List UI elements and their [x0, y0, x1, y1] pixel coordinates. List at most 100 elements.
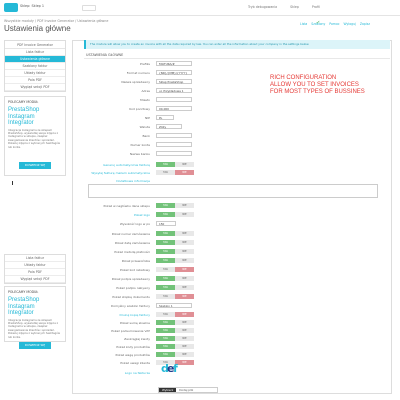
switch-no[interactable]: NIE — [175, 162, 194, 167]
switch-yes[interactable]: TAK — [156, 240, 175, 245]
switch-yes[interactable]: TAK — [156, 258, 175, 263]
switch-yes[interactable]: TAK — [156, 352, 175, 357]
yes-no-switch[interactable]: TAK NIE — [156, 231, 194, 236]
toolbar-action[interactable]: Wyloguj — [344, 22, 356, 26]
toolbar-action[interactable]: Szablony — [311, 22, 325, 26]
promo-button[interactable]: DOWIEDZ SIĘ — [19, 341, 51, 349]
field-label[interactable]: Pokaż logo — [50, 213, 150, 217]
switch-no[interactable]: NIE — [175, 294, 194, 299]
yes-no-switch[interactable]: TAK NIE — [156, 267, 194, 272]
switch-no[interactable]: NIE — [175, 328, 194, 333]
yes-no-switch[interactable]: TAK NIE — [156, 285, 194, 290]
search-input[interactable] — [82, 5, 96, 11]
yes-no-switch[interactable]: TAK NIE — [156, 240, 194, 245]
text-input[interactable]: Złoty — [156, 124, 182, 129]
switch-yes[interactable]: TAK — [156, 328, 175, 333]
switch-yes[interactable]: TAK — [156, 336, 175, 341]
switch-no[interactable]: NIE — [175, 203, 194, 208]
shop-logo-icon[interactable] — [4, 3, 18, 12]
file-choose-button[interactable]: Wybierz — [159, 388, 177, 392]
promo-button[interactable]: DOWIEDZ SIĘ — [19, 161, 51, 169]
switch-no[interactable]: NIE — [175, 212, 194, 217]
yes-no-switch[interactable]: TAK NIE — [156, 162, 194, 167]
switch-no[interactable]: NIE — [175, 344, 194, 349]
switch-yes[interactable]: TAK — [156, 203, 175, 208]
text-input[interactable]: FAKTURA/# — [156, 61, 192, 66]
field-label: Wysokość logo w px — [119, 222, 150, 226]
switch-yes[interactable]: TAK — [156, 170, 175, 175]
toolbar-action[interactable]: Lista — [300, 22, 307, 26]
text-input[interactable] — [156, 97, 192, 102]
template-select[interactable]: Szablon 1 — [156, 303, 192, 308]
switch-yes[interactable]: TAK — [156, 294, 175, 299]
toolbar-action[interactable]: Pomoc — [329, 22, 339, 26]
switch-yes[interactable]: TAK — [156, 212, 175, 217]
field-label: Waluta — [139, 125, 150, 129]
yes-no-switch[interactable]: TAK NIE — [156, 352, 194, 357]
field-label[interactable]: Drukuj kopię faktury — [50, 313, 151, 317]
yes-no-switch[interactable]: TAK NIE — [156, 328, 194, 333]
yes-no-switch[interactable]: TAK NIE — [156, 249, 194, 254]
toolbar-action[interactable]: Zapisz — [360, 22, 370, 26]
text-input[interactable]: 150 — [156, 221, 176, 226]
switch-no[interactable]: NIE — [175, 249, 194, 254]
field-label: Miasto — [140, 98, 150, 102]
switch-no[interactable]: NIE — [175, 267, 194, 272]
yes-no-switch[interactable]: TAK NIE — [156, 294, 194, 299]
yes-no-switch[interactable]: TAK NIE — [156, 276, 194, 281]
switch-no[interactable]: NIE — [175, 336, 194, 341]
text-input[interactable]: Sklep PrestaShop — [156, 79, 192, 84]
switch-yes[interactable]: TAK — [156, 312, 175, 317]
user-menu-item[interactable]: Profil — [312, 5, 320, 9]
field-label[interactable]: Wysyłaj fakturę mailem automatycznie — [50, 171, 150, 175]
section-divider — [84, 58, 390, 59]
text-input[interactable] — [156, 142, 192, 147]
switch-yes[interactable]: TAK — [156, 249, 175, 254]
switch-yes[interactable]: TAK — [156, 320, 175, 325]
text-input[interactable]: 00-000 — [156, 106, 192, 111]
switch-no[interactable]: NIE — [175, 231, 194, 236]
yes-no-switch[interactable]: TAK NIE — [156, 320, 194, 325]
yes-no-switch[interactable]: TAK NIE — [156, 344, 194, 349]
yes-no-switch[interactable]: TAK NIE — [156, 212, 194, 217]
text-input[interactable]: PL — [156, 115, 174, 120]
toolbar-actions: Lista Szablony Pomoc Wyloguj Zapisz — [300, 22, 373, 26]
text-input[interactable] — [156, 151, 192, 156]
yes-no-switch[interactable]: TAK NIE — [156, 203, 194, 208]
field-label[interactable]: Logo na fakturze — [50, 371, 150, 375]
text-input[interactable]: ul. Przykładowa 1 — [156, 88, 192, 93]
field-label: Pokaż datę zamówienia — [114, 241, 150, 245]
sidebar-item[interactable]: Lista faktur — [5, 49, 65, 56]
switch-no[interactable]: NIE — [175, 170, 194, 175]
switch-yes[interactable]: TAK — [156, 344, 175, 349]
user-menu: Tryb debugowania Sklep Profil — [248, 5, 332, 9]
switch-yes[interactable]: TAK — [156, 285, 175, 290]
yes-no-switch[interactable]: TAK NIE — [156, 258, 194, 263]
notes-textarea[interactable] — [88, 184, 378, 198]
switch-yes[interactable]: TAK — [156, 231, 175, 236]
yes-no-switch[interactable]: TAK NIE — [156, 336, 194, 341]
scroll-handle[interactable] — [12, 181, 13, 185]
file-upload[interactable]: Wybierz Dodaj plik — [158, 387, 218, 393]
switch-no[interactable]: NIE — [175, 320, 194, 325]
text-input[interactable] — [156, 133, 192, 138]
text-input[interactable]: {NR}/{MM}/{YYYY} — [156, 70, 192, 75]
switch-yes[interactable]: TAK — [156, 267, 175, 272]
switch-yes[interactable]: TAK — [156, 276, 175, 281]
switch-no[interactable]: NIE — [175, 285, 194, 290]
user-menu-item[interactable]: Tryb debugowania — [248, 5, 277, 9]
yes-no-switch[interactable]: TAK NIE — [156, 312, 194, 317]
field-label: Pokaż przewoźnika — [121, 259, 150, 263]
field-label: Nazwa sprzedawcy — [121, 80, 150, 84]
shop-selector[interactable]: Sklep: Sklep 1 — [20, 4, 44, 8]
switch-yes[interactable]: TAK — [156, 162, 175, 167]
switch-no[interactable]: NIE — [175, 258, 194, 263]
switch-no[interactable]: NIE — [175, 352, 194, 357]
yes-no-switch[interactable]: TAK NIE — [156, 170, 194, 175]
switch-no[interactable]: NIE — [175, 276, 194, 281]
switch-no[interactable]: NIE — [175, 240, 194, 245]
field-label[interactable]: Dodatkowe informacje — [50, 179, 150, 183]
field-label[interactable]: Generuj automatycznie fakturę — [50, 163, 150, 167]
switch-no[interactable]: NIE — [175, 312, 194, 317]
user-menu-item[interactable]: Sklep — [290, 5, 299, 9]
